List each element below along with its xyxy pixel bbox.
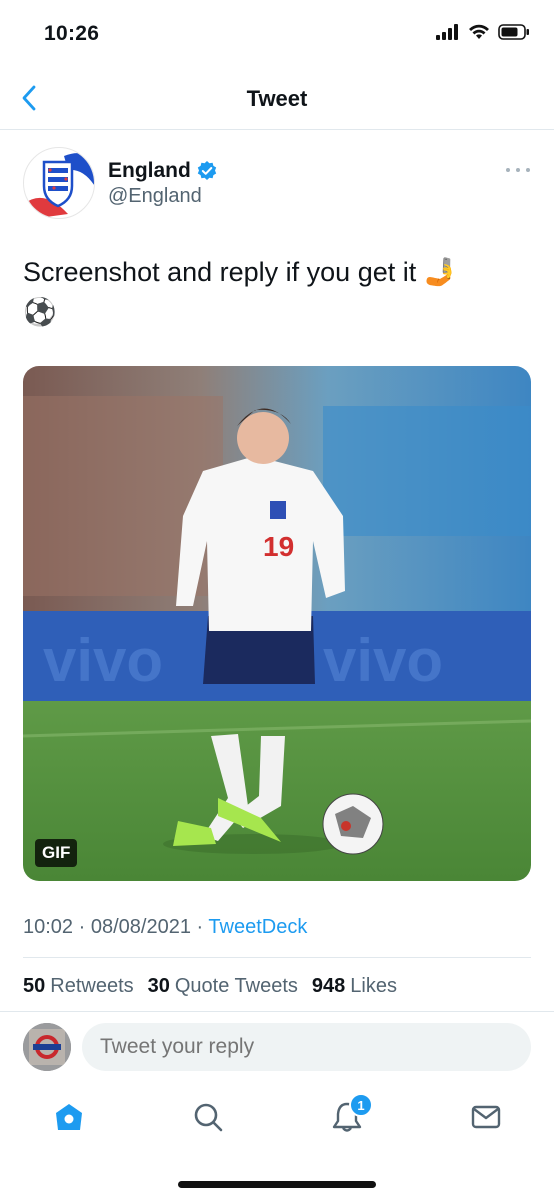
status-time: 10:26 [44,22,100,45]
status-bar: 10:26 [0,0,554,70]
author-name-row[interactable]: England [108,159,218,183]
quote-tweets-stat[interactable]: 30 Quote Tweets [148,975,298,998]
retweets-count: 50 [23,975,46,997]
tweet-time: 10:02 [23,916,74,938]
author-name[interactable]: England [108,159,191,183]
media-image: vivo vivo 19 [23,366,531,881]
search-icon [194,1103,223,1132]
mail-icon [471,1105,501,1129]
tab-home[interactable] [49,1097,89,1137]
likes-label: Likes [350,975,397,997]
meta-separator: · [196,916,204,938]
tweet-source-link[interactable]: TweetDeck [208,916,307,938]
quote-tweets-label: Quote Tweets [174,975,298,997]
user-avatar[interactable] [23,1023,71,1071]
tweet-text: Screenshot and reply if you get it 🤳 ⚽ [23,252,523,332]
quote-tweets-count: 30 [147,975,170,997]
tweet-text-line-2: ⚽ [23,297,57,327]
tweet-media-gif[interactable]: vivo vivo 19 GIF [23,366,531,881]
wifi-icon [469,24,489,39]
status-icons [436,24,530,40]
underground-logo-icon [23,1023,71,1071]
home-indicator [178,1181,376,1188]
author-avatar[interactable] [23,147,95,219]
tweet-stats: 50 Retweets 30 Quote Tweets 948 Likes [23,975,397,998]
divider [23,957,531,958]
more-button[interactable] [506,160,530,180]
likes-count: 948 [311,975,346,997]
gif-badge: GIF [35,839,78,867]
jersey-number: 19 [263,531,294,562]
author-handle[interactable]: @England [108,185,202,208]
battery-icon [498,24,529,40]
reply-input[interactable] [82,1023,531,1071]
signal-icon [436,24,458,40]
svg-text:vivo: vivo [323,627,443,694]
retweets-label: Retweets [50,975,134,997]
tab-messages[interactable] [466,1097,506,1137]
meta-separator: · [78,916,86,938]
notification-badge: 1 [349,1093,373,1117]
page-title: Tweet [246,86,308,111]
reply-bar [0,1011,554,1083]
likes-stat[interactable]: 948 Likes [312,975,397,998]
tweet-meta: 10:02 · 08/08/2021 · TweetDeck [23,916,307,939]
verified-badge-icon [197,161,217,180]
tab-notifications[interactable]: 1 [327,1093,373,1137]
retweets-stat[interactable]: 50 Retweets [23,975,134,998]
tab-bar: 1 [0,1083,554,1153]
tweet-date: 08/08/2021 [90,916,191,938]
tab-search[interactable] [188,1097,228,1137]
england-crest-icon [24,153,94,218]
tweet-text-line: Screenshot and reply if you get it 🤳 [23,257,458,287]
home-icon [56,1104,82,1130]
nav-bar: Tweet [0,70,554,130]
more-icon [506,168,510,172]
svg-text:vivo: vivo [43,627,163,694]
